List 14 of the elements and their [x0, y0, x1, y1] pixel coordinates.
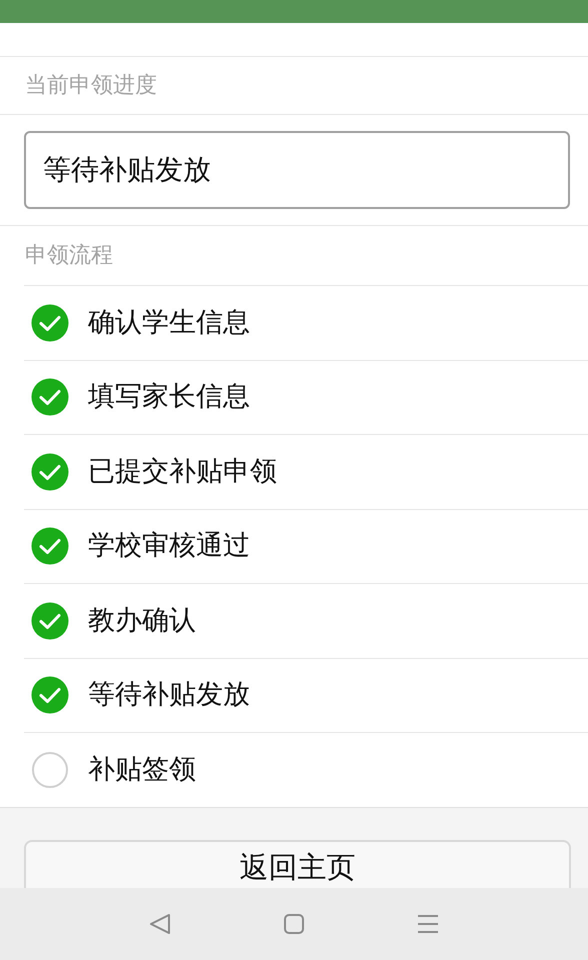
back-icon[interactable]	[149, 913, 171, 935]
step-label: 等待补贴发放	[88, 678, 250, 712]
progress-field: 等待补贴发放	[24, 131, 570, 209]
step-label: 填写家长信息	[88, 380, 250, 414]
section-label: 当前申领进度	[25, 72, 157, 100]
home-icon[interactable]	[283, 913, 305, 935]
step-label: 补贴签领	[88, 752, 196, 786]
section-label: 申领流程	[25, 242, 113, 270]
step-label: 学校审核通过	[88, 529, 250, 563]
step-label: 已提交补贴申领	[88, 454, 277, 488]
step-label: 教办确认	[88, 604, 196, 638]
home-button[interactable]: 返回主页	[24, 840, 571, 888]
menu-icon[interactable]	[417, 913, 439, 935]
step-label: 确认学生信息	[88, 306, 250, 340]
